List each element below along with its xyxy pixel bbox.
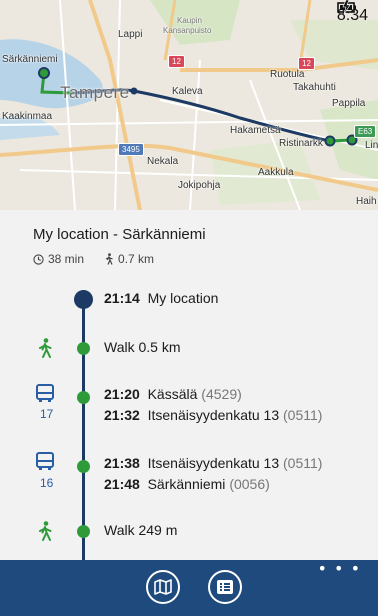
- road-badge-12-east: 12: [298, 57, 315, 70]
- clock-icon: [33, 253, 44, 265]
- route-summary: 38 min 0.7 km: [33, 252, 154, 266]
- map-label-tampere: Tampere: [60, 83, 130, 102]
- map-icon: [154, 579, 172, 595]
- list-icon: [217, 580, 233, 594]
- stop-code: (0511): [283, 455, 323, 471]
- bus-icon: [36, 452, 54, 470]
- route-distance: 0.7 km: [118, 252, 155, 266]
- map-label-kansanpuisto: Kansanpuisto: [163, 26, 212, 35]
- map-label-ristinarkku: Ristinarkk: [279, 138, 323, 149]
- step-place: Kässälä: [147, 386, 198, 402]
- step-alight[interactable]: 21:48 Särkänniemi (0056): [104, 476, 270, 492]
- step-time: 21:32: [104, 407, 140, 423]
- list-view-button[interactable]: [208, 570, 242, 604]
- route-map[interactable]: Kaupin Kansanpuisto Lappi Särkänniemi Ta…: [0, 0, 378, 210]
- transfer-marker[interactable]: [130, 87, 138, 95]
- road-badge-12: 12: [168, 55, 185, 68]
- map-label-ruotula: Ruotula: [270, 69, 305, 80]
- timeline-walk-node: [77, 342, 90, 355]
- step-board[interactable]: 21:20 Kässälä (4529): [104, 386, 242, 402]
- timeline-line: [82, 298, 85, 560]
- walk-small-icon: [105, 253, 113, 265]
- bus-line-number: 16: [40, 476, 54, 490]
- map-label-kaakinmaa: Kaakinmaa: [2, 111, 53, 122]
- timeline-board-node: [77, 391, 90, 404]
- map-label-aakkula: Aakkula: [258, 167, 294, 178]
- route-title: My location - Särkänniemi: [33, 226, 206, 243]
- map-label-jokipohja: Jokipohja: [178, 180, 221, 191]
- timeline-walk-node: [77, 525, 90, 538]
- step-time: 21:20: [104, 386, 140, 402]
- map-label-takahuhti: Takahuhti: [293, 82, 336, 93]
- step-alight[interactable]: 21:32 Itsenäisyydenkatu 13 (0511): [104, 407, 322, 423]
- map-label-lappi: Lappi: [118, 29, 143, 40]
- route-details-panel: My location - Särkänniemi 38 min 0.7 km …: [0, 210, 378, 560]
- map-label-lin: Lin: [365, 140, 378, 151]
- step-board[interactable]: 21:38 Itsenäisyydenkatu 13 (0511): [104, 455, 322, 471]
- map-label-kaleva: Kaleva: [172, 86, 203, 97]
- walk-icon: [39, 338, 52, 358]
- step-walk-text: Walk 249 m: [104, 522, 178, 538]
- walk-icon: [39, 521, 52, 541]
- step-time: 21:48: [104, 476, 140, 492]
- step-place: My location: [147, 290, 219, 306]
- road-badge-e63: E63: [354, 125, 377, 138]
- map-label-nekala: Nekala: [147, 156, 179, 167]
- step-place: Itsenäisyydenkatu 13: [147, 407, 280, 423]
- map-label-kaupin: Kaupin: [177, 16, 202, 25]
- step-start[interactable]: 21:14 My location: [104, 290, 218, 306]
- route-duration: 38 min: [48, 252, 85, 266]
- bus-line-number: 17: [40, 407, 54, 421]
- map-label-hakametsa: Hakametsä: [230, 125, 281, 136]
- step-walk-text: Walk 0.5 km: [104, 339, 181, 355]
- step-walk[interactable]: Walk 0.5 km: [104, 339, 181, 355]
- destination-marker[interactable]: [38, 67, 50, 79]
- step-time: 21:14: [104, 290, 140, 306]
- road-badge-3495: 3495: [118, 143, 144, 156]
- stop-marker[interactable]: [324, 135, 336, 147]
- battery-charging-icon: [337, 0, 356, 14]
- step-time: 21:38: [104, 455, 140, 471]
- map-view-button[interactable]: [146, 570, 180, 604]
- more-options-button[interactable]: • • •: [318, 561, 361, 577]
- stop-code: (4529): [201, 386, 242, 402]
- stop-code: (0511): [283, 407, 323, 423]
- map-label-pappila: Pappila: [332, 98, 366, 109]
- step-place: Särkänniemi: [147, 476, 226, 492]
- stop-code: (0056): [229, 476, 270, 492]
- step-place: Itsenäisyydenkatu 13: [147, 455, 280, 471]
- map-label-haih: Haih: [356, 196, 377, 207]
- timeline-board-node: [77, 460, 90, 473]
- status-bar: 8:34: [337, 0, 378, 32]
- app-bar: • • •: [0, 560, 378, 616]
- timeline-start-node: [74, 290, 93, 309]
- step-walk[interactable]: Walk 249 m: [104, 522, 177, 538]
- map-label-sarkanniemi: Särkänniemi: [2, 54, 58, 65]
- bus-icon: [36, 384, 54, 402]
